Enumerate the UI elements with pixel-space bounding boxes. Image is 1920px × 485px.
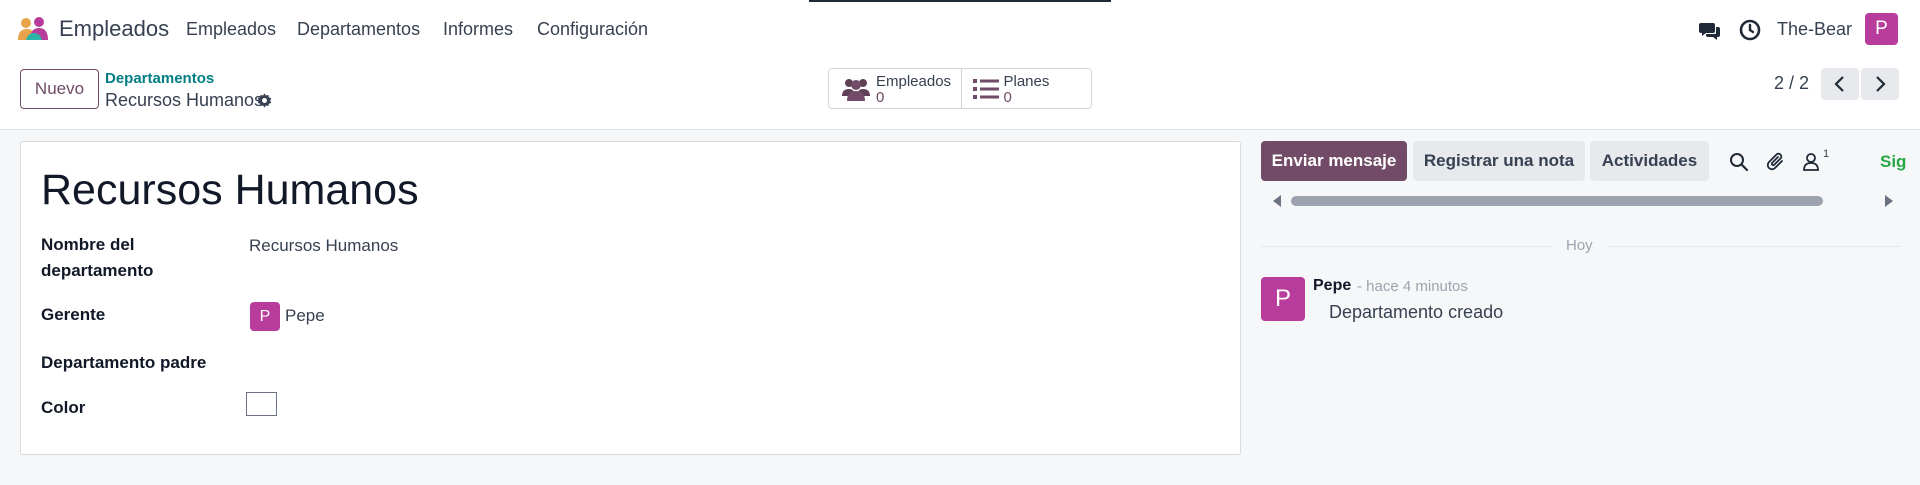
scroll-left-icon[interactable] — [1273, 195, 1281, 207]
app-name[interactable]: Empleados — [59, 16, 169, 42]
manager-label: Gerente — [41, 305, 106, 324]
control-panel: Nuevo Departamentos Recursos Humanos Emp… — [0, 58, 1920, 130]
parent-department-label: Departamento padre — [41, 353, 207, 372]
employees-smart-label: Empleados — [876, 73, 952, 90]
users-icon — [842, 79, 870, 101]
activities-button[interactable]: Actividades — [1590, 141, 1709, 181]
message-body: Departamento creado — [1329, 302, 1504, 322]
department-title[interactable]: Recursos Humanos — [41, 166, 419, 215]
paperclip-icon[interactable] — [1766, 151, 1788, 173]
manager-field[interactable]: Pepe — [285, 306, 325, 326]
follow-button[interactable]: Sig — [1880, 152, 1906, 172]
menu-empleados[interactable]: Empleados — [186, 19, 276, 40]
search-icon[interactable] — [1728, 151, 1750, 173]
breadcrumb-parent[interactable]: Departamentos — [105, 70, 214, 87]
chevron-right-icon — [1876, 76, 1886, 92]
employees-smart-value: 0 — [876, 89, 885, 106]
scroll-thumb[interactable] — [1291, 196, 1823, 206]
color-label: Color — [41, 398, 86, 417]
chatter-scrollbar[interactable] — [1261, 191, 1901, 211]
clock-icon[interactable] — [1738, 18, 1762, 42]
user-avatar[interactable]: P — [1865, 13, 1898, 45]
plans-smart-label: Planes — [1003, 73, 1050, 90]
menu-departamentos[interactable]: Departamentos — [297, 19, 420, 40]
gear-icon[interactable] — [256, 92, 273, 109]
chevron-left-icon — [1834, 76, 1844, 92]
pager-previous-button[interactable] — [1821, 68, 1859, 100]
message-avatar[interactable]: P — [1261, 277, 1305, 321]
parent-department-field[interactable] — [249, 350, 629, 376]
user-name[interactable]: The-Bear — [1777, 19, 1852, 40]
progress-line — [809, 0, 1111, 2]
plans-smart-value: 0 — [1003, 89, 1012, 106]
new-button[interactable]: Nuevo — [20, 69, 99, 109]
scroll-right-icon[interactable] — [1885, 195, 1893, 207]
message-author[interactable]: Pepe — [1313, 277, 1351, 295]
employees-smart-button[interactable]: Empleados 0 — [829, 69, 962, 108]
divider-right — [1608, 246, 1901, 247]
send-message-button[interactable]: Enviar mensaje — [1261, 141, 1407, 181]
log-note-button[interactable]: Registrar una nota — [1413, 141, 1585, 181]
message-time: - hace 4 minutos — [1357, 278, 1468, 295]
divider-left — [1261, 246, 1553, 247]
name-label-line2: departamento — [41, 261, 154, 280]
list-icon — [972, 79, 999, 99]
followers-count: 1 — [1823, 148, 1830, 160]
menu-configuracion[interactable]: Configuración — [537, 19, 648, 40]
plans-smart-button[interactable]: Planes 0 — [962, 69, 1092, 108]
employees-app-icon[interactable] — [16, 16, 50, 42]
chat-icon[interactable] — [1698, 18, 1722, 42]
department-name-input[interactable]: Recursos Humanos — [249, 236, 398, 256]
top-navbar: Empleados Empleados Departamentos Inform… — [0, 0, 1920, 58]
smart-buttons: Empleados 0 Planes 0 — [828, 68, 1092, 109]
menu-informes[interactable]: Informes — [443, 19, 513, 40]
follower-icon[interactable] — [1800, 151, 1822, 173]
manager-avatar: P — [250, 302, 280, 331]
pager-value[interactable]: 2 / 2 — [1774, 73, 1809, 94]
date-separator: Hoy — [1566, 237, 1593, 254]
breadcrumb-current: Recursos Humanos — [105, 90, 264, 110]
color-picker[interactable] — [246, 392, 277, 416]
form-sheet: Recursos Humanos Nombre del departamento… — [20, 141, 1241, 455]
pager-next-button[interactable] — [1861, 68, 1899, 100]
name-label-line1: Nombre del — [41, 235, 135, 254]
